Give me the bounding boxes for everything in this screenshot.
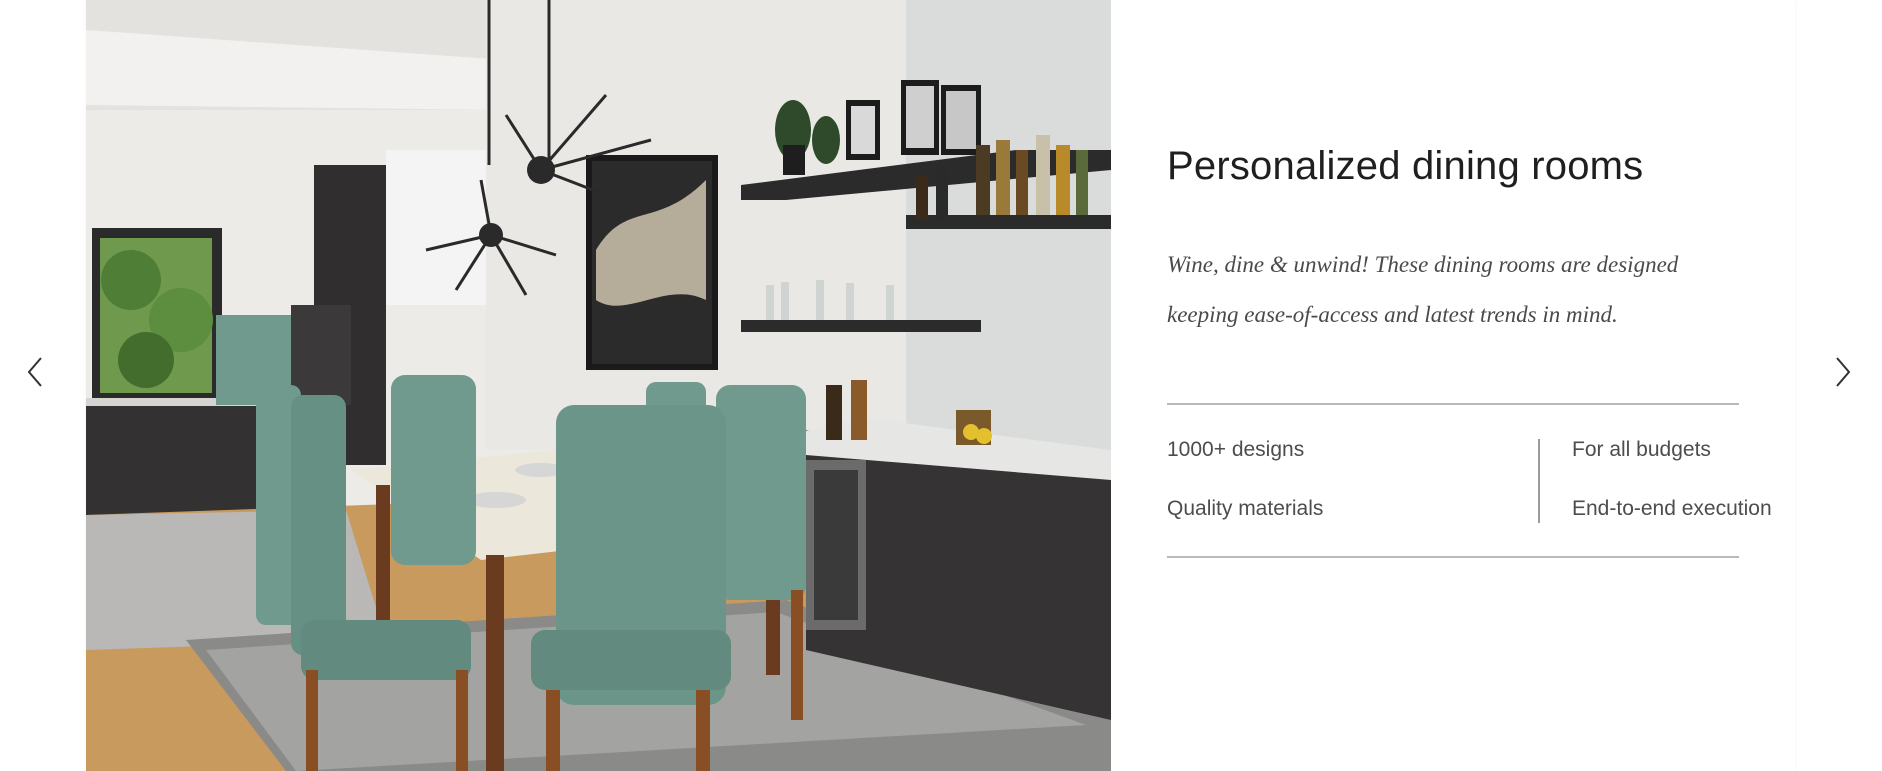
feature-budgets: For all budgets bbox=[1572, 438, 1711, 461]
slide-title: Personalized dining rooms bbox=[1167, 144, 1644, 188]
divider-top bbox=[1167, 403, 1739, 405]
slide-info: Personalized dining rooms Wine, dine & u… bbox=[1167, 0, 1795, 771]
chevron-right-icon bbox=[1836, 357, 1851, 387]
previous-slide-button[interactable] bbox=[18, 350, 52, 394]
feature-materials: Quality materials bbox=[1167, 497, 1324, 520]
feature-designs: 1000+ designs bbox=[1167, 438, 1305, 461]
divider-bottom bbox=[1167, 556, 1739, 558]
slide-description: Wine, dine & unwind! These dining rooms … bbox=[1167, 252, 1679, 327]
feature-column-divider bbox=[1538, 439, 1540, 523]
feature-execution: End-to-end execution bbox=[1572, 497, 1772, 520]
chevron-left-icon bbox=[27, 357, 42, 387]
next-slide-button[interactable] bbox=[1826, 350, 1860, 394]
dining-room-photo bbox=[86, 0, 1111, 771]
slide-card: Personalized dining rooms Wine, dine & u… bbox=[86, 0, 1795, 771]
